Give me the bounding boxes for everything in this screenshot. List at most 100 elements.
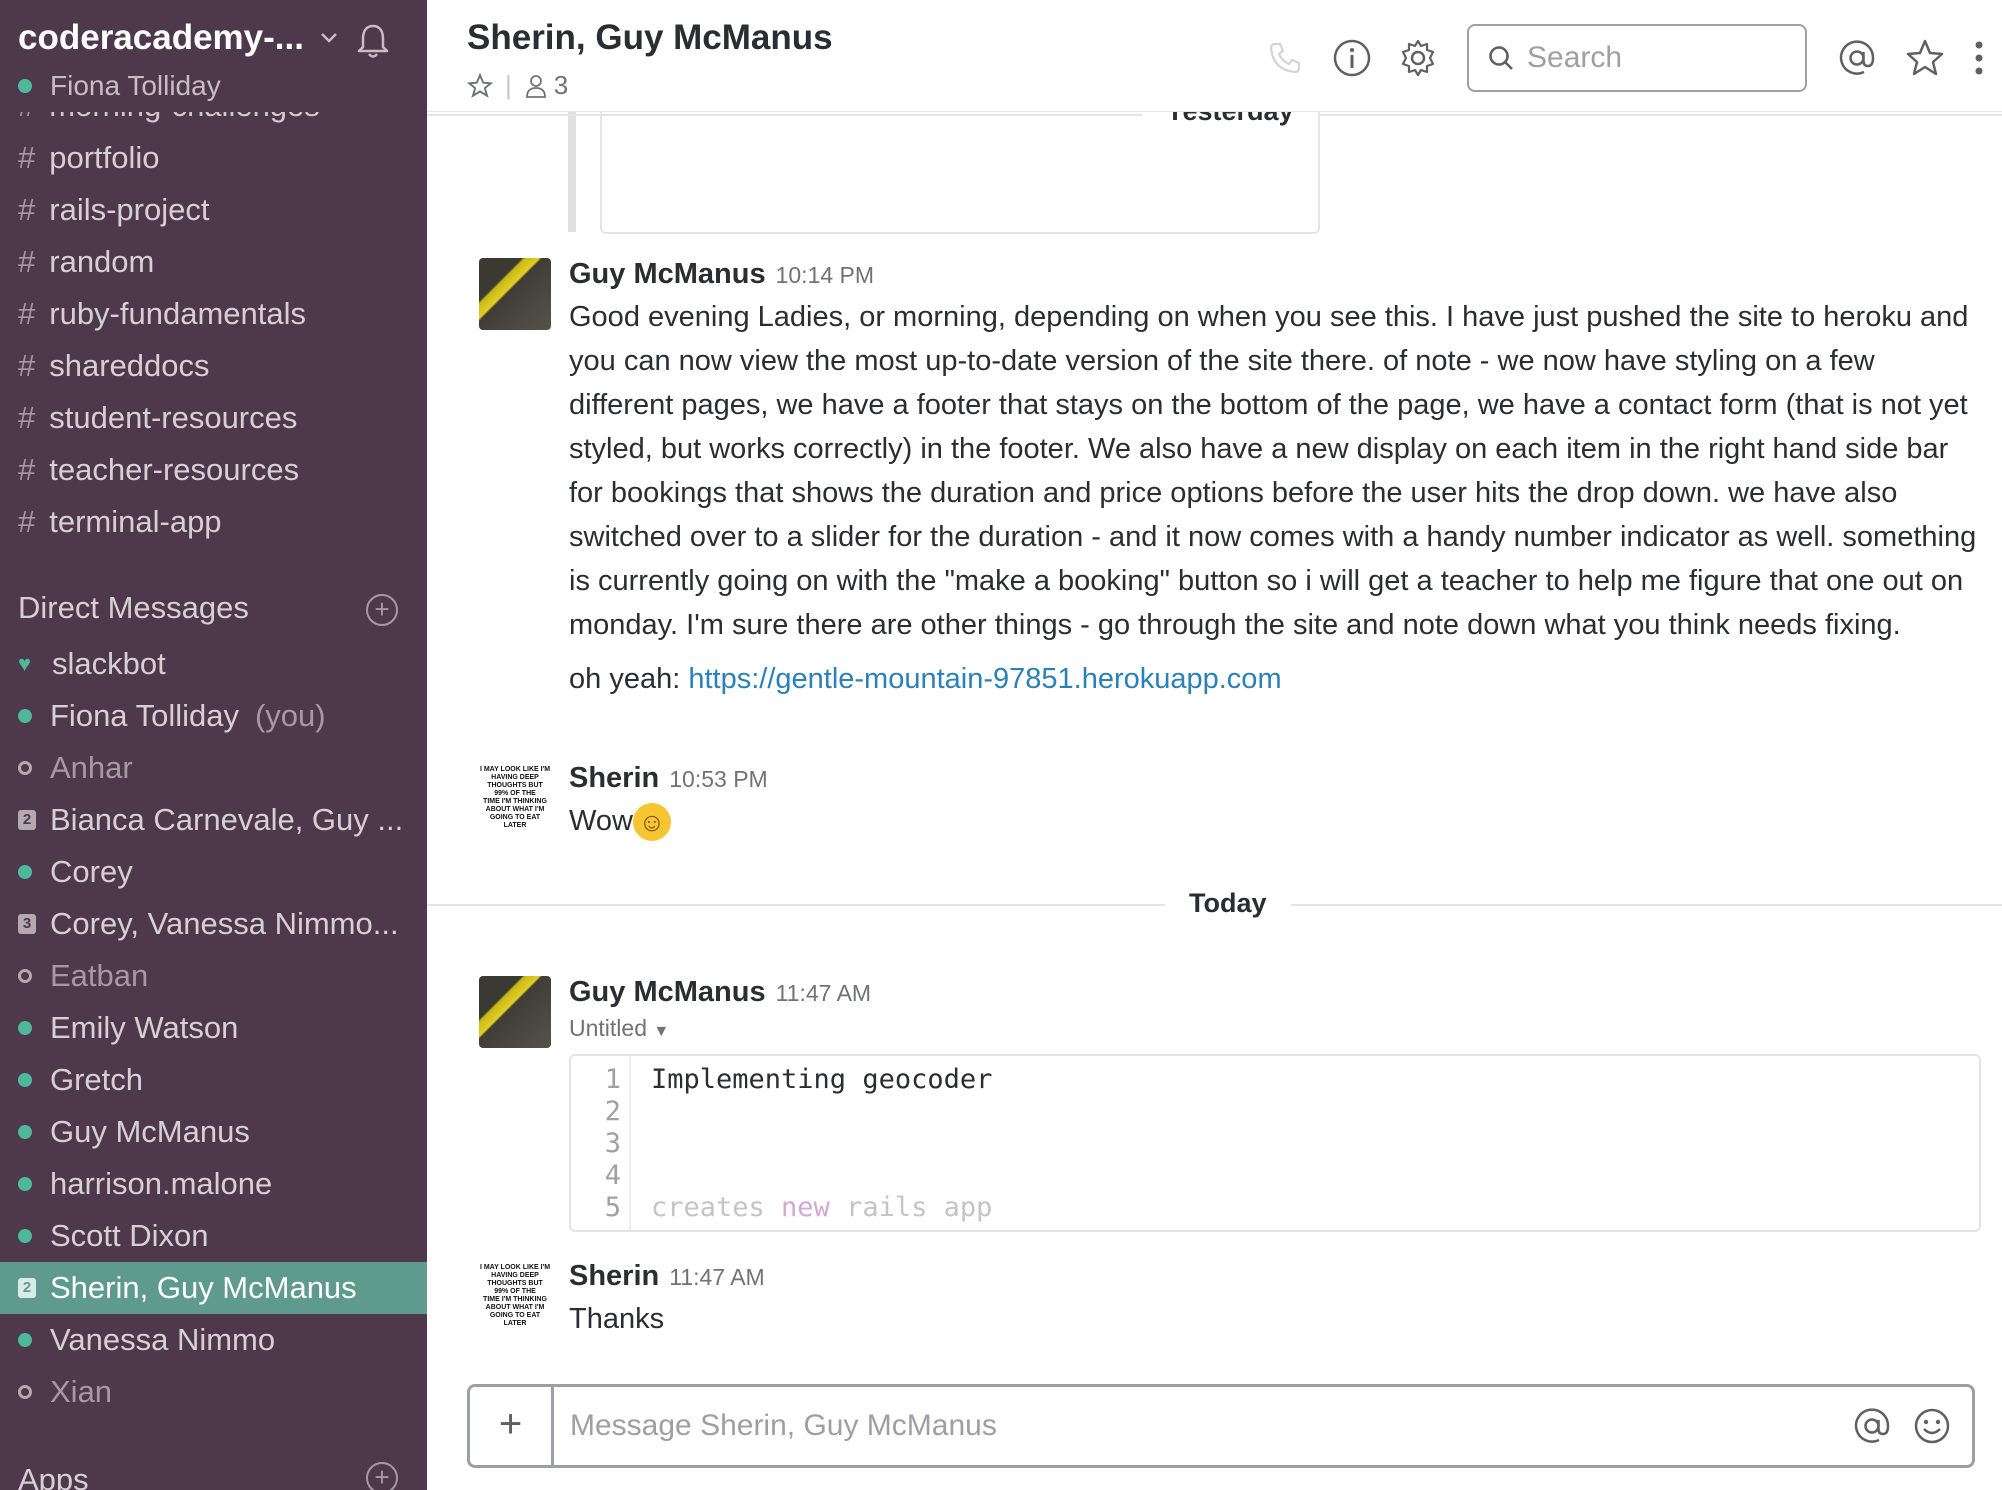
sidebar-item-dm[interactable]: 3 Corey, Vanessa Nimmo... [0, 898, 427, 950]
member-count-badge: 2 [18, 810, 36, 830]
avatar[interactable] [479, 258, 551, 330]
member-count[interactable]: 3 [554, 70, 568, 101]
sidebar-item-channel[interactable]: # rails-project [18, 184, 306, 236]
smile-emoji-icon[interactable]: ☺ [632, 803, 671, 842]
presence-away-icon [18, 761, 32, 775]
sidebar-item-dm[interactable]: harrison.malone [0, 1158, 427, 1210]
hash-icon: # [18, 244, 36, 279]
message-composer: + [467, 1384, 1975, 1468]
message-text: Wow ☺ [569, 799, 1979, 843]
sidebar-item-channel[interactable]: # random [18, 236, 306, 288]
message-link[interactable]: https://gentle-mountain-97851.herokuapp.… [688, 663, 1281, 695]
sidebar-item-dm[interactable]: Fiona Tolliday (you) [0, 690, 427, 742]
code-line: Implementing geocoder [651, 1064, 993, 1095]
sidebar-item-dm[interactable]: Xian [0, 1366, 427, 1418]
sidebar-item-dm[interactable]: Eatban [0, 950, 427, 1002]
message-author[interactable]: Sherin [569, 1260, 659, 1292]
hash-icon: # [18, 192, 36, 227]
team-name[interactable]: coderacademy-... [18, 18, 304, 58]
sidebar-item-dm[interactable]: Corey [0, 846, 427, 898]
star-outline-icon[interactable] [467, 72, 493, 99]
member-count-badge: 3 [18, 914, 36, 934]
message-author[interactable]: Guy McManus [569, 976, 766, 1008]
presence-online-icon [18, 79, 32, 93]
sidebar-item-channel[interactable]: # teacher-resources [18, 444, 306, 496]
apps-section-title[interactable]: Apps [18, 1462, 89, 1490]
gear-icon[interactable] [1398, 38, 1438, 78]
dm-list: ♥ slackbot Fiona Tolliday (you) Anhar 2 Bia… [0, 638, 427, 1418]
presence-online-icon [18, 1125, 32, 1139]
presence-online-icon [18, 1021, 32, 1035]
heart-icon: ♥ [18, 651, 32, 676]
add-dm-icon[interactable]: + [366, 594, 398, 626]
sidebar-item-channel[interactable]: # student-resources [18, 392, 306, 444]
day-divider-today[interactable]: Today [1165, 888, 1291, 919]
message-text: Good evening Ladies, or morning, dependi… [569, 301, 1977, 641]
current-user[interactable]: Fiona Tolliday [18, 70, 221, 102]
chevron-down-icon[interactable] [318, 26, 340, 48]
avatar[interactable]: I MAY LOOK LIKE I'M HAVING DEEP THOUGHTS… [479, 762, 551, 834]
message-header: Guy McManus 10:14 PM [569, 258, 1979, 291]
mention-icon[interactable] [1852, 1406, 1892, 1446]
caret-down-icon: ▼ [653, 1023, 670, 1040]
sidebar-item-dm[interactable]: Emily Watson [0, 1002, 427, 1054]
hash-icon: # [18, 400, 36, 435]
starred-items-icon[interactable] [1905, 38, 1945, 78]
sidebar-item-dm-active[interactable]: 2 Sherin, Guy McManus [0, 1262, 427, 1314]
hash-icon: # [18, 452, 36, 487]
mentions-icon[interactable] [1837, 38, 1877, 78]
sidebar-item-dm[interactable]: Scott Dixon [0, 1210, 427, 1262]
sidebar-item-dm[interactable]: Anhar [0, 742, 427, 794]
hash-icon: # [18, 296, 36, 331]
bell-icon[interactable] [352, 20, 394, 62]
more-vertical-icon[interactable] [1972, 38, 1986, 78]
message-timestamp[interactable]: 10:53 PM [669, 766, 767, 792]
sidebar-item-dm[interactable]: 2 Bianca Carnevale, Guy ... [0, 794, 427, 846]
search-box[interactable]: Search [1467, 24, 1807, 92]
sidebar-item-channel[interactable]: # portfolio [18, 132, 306, 184]
avatar[interactable] [479, 976, 551, 1048]
search-placeholder: Search [1527, 41, 1623, 74]
snippet-title[interactable]: Untitled ▼ [569, 1015, 1979, 1042]
sidebar-item-dm[interactable]: ♥ slackbot [0, 638, 427, 690]
message-input[interactable] [554, 1387, 1852, 1465]
presence-online-icon [18, 709, 32, 723]
previous-attachment[interactable] [600, 112, 1320, 234]
message-body: Guy McManus 10:14 PM Good evening Ladies,… [569, 258, 1979, 701]
attach-plus-button[interactable]: + [470, 1387, 554, 1465]
message-author[interactable]: Sherin [569, 762, 659, 794]
code-lines: Implementing geocoder creates new rails … [651, 1064, 992, 1224]
sidebar-item-dm[interactable]: Gretch [0, 1054, 427, 1106]
message-author[interactable]: Guy McManus [569, 258, 766, 290]
add-app-icon[interactable]: + [366, 1462, 398, 1490]
message-timestamp[interactable]: 10:14 PM [776, 262, 874, 288]
line-numbers: 1 2 3 4 5 [571, 1056, 631, 1230]
code-snippet[interactable]: 1 2 3 4 5 Implementing geocoder creates … [569, 1054, 1981, 1232]
presence-online-icon [18, 1333, 32, 1347]
message-text: Thanks [569, 1303, 665, 1335]
member-icon[interactable] [524, 73, 548, 99]
info-icon[interactable] [1332, 38, 1372, 78]
presence-online-icon [18, 865, 32, 879]
dm-section-title[interactable]: Direct Messages [18, 590, 249, 626]
presence-away-icon [18, 969, 32, 983]
sidebar-item-dm[interactable]: Vanessa Nimmo [0, 1314, 427, 1366]
day-divider-yesterday[interactable]: Yesterday [1142, 112, 1318, 127]
sidebar-item-channel[interactable]: # terminal-app [18, 496, 306, 548]
message-body: Sherin 10:53 PM Wow ☺ [569, 762, 1979, 843]
sidebar-item-channel[interactable]: # shareddocs [18, 340, 306, 392]
sidebar-item-channel[interactable]: # ruby-fundamentals [18, 288, 306, 340]
avatar[interactable]: I MAY LOOK LIKE I'M HAVING DEEP THOUGHTS… [479, 1260, 551, 1332]
presence-away-icon [18, 1385, 32, 1399]
sidebar-item-dm[interactable]: Guy McManus [0, 1106, 427, 1158]
conversation-header: Sherin, Guy McManus | 3 Search [427, 0, 2002, 112]
message-timestamp[interactable]: 11:47 AM [669, 1264, 764, 1290]
message-timestamp[interactable]: 11:47 AM [776, 980, 871, 1006]
emoji-picker-icon[interactable] [1912, 1406, 1952, 1446]
member-count-badge: 2 [18, 1278, 36, 1298]
conversation-pane: Sherin, Guy McManus | 3 Search Yester [427, 0, 2002, 1490]
message-header: Sherin 11:47 AM [569, 1260, 1979, 1293]
code-line: creates new rails app [651, 1192, 993, 1223]
phone-icon[interactable] [1265, 38, 1305, 78]
team-header[interactable]: coderacademy-... Fiona Tolliday [0, 0, 427, 112]
